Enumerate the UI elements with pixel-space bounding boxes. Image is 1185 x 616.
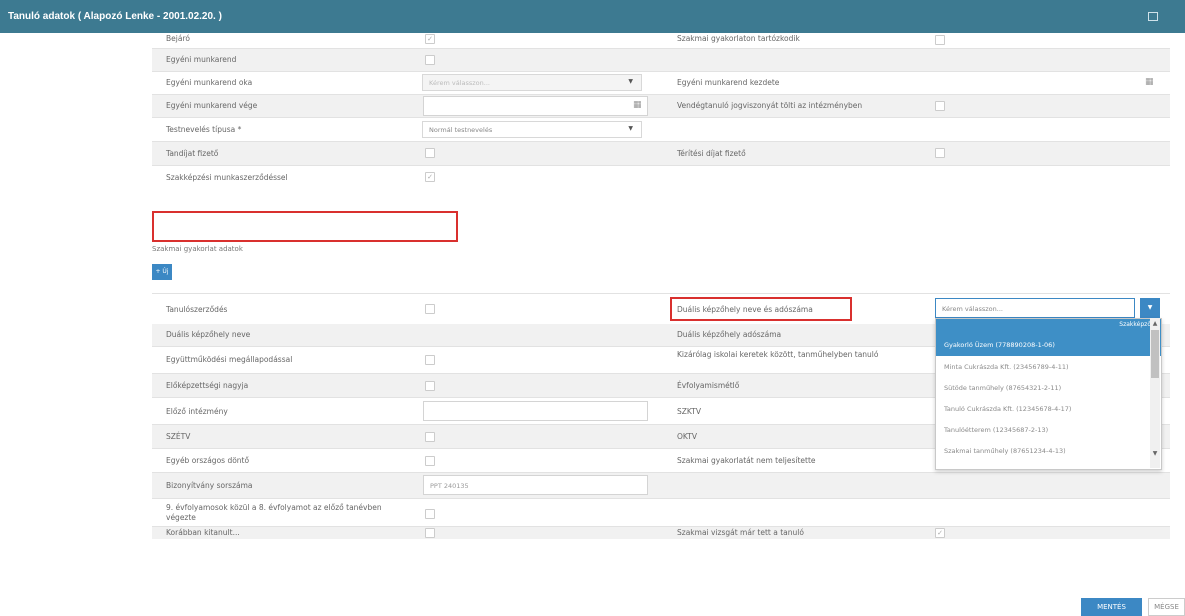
- checkbox-exam-taken[interactable]: ✓: [935, 528, 945, 538]
- form-row: Szakképzési munkaszerződéssel ✓: [152, 166, 1170, 189]
- previous-institution-input[interactable]: [423, 401, 648, 421]
- scroll-up-icon[interactable]: ▲: [1151, 320, 1159, 328]
- form-row: Bejáró ✓ Szakmai gyakorlaton tartózkodik: [152, 33, 1170, 49]
- field-label: Előző intézmény: [166, 407, 228, 416]
- chevron-down-icon[interactable]: ▼: [1140, 298, 1160, 318]
- dual-training-dropdown[interactable]: Szakképző Gyakorló Üzem (778890208-1-06)…: [935, 318, 1162, 470]
- form-row: Tandíjat fizető Térítési díjat fizető: [152, 142, 1170, 166]
- field-label: OKTV: [677, 432, 697, 441]
- field-label: Szakmai vizsgát már tett a tanuló: [677, 528, 804, 537]
- field-label: Duális képzőhely adószáma: [677, 330, 782, 339]
- checkbox-guest-student[interactable]: [935, 101, 945, 111]
- field-label: Térítési díjat fizető: [677, 149, 746, 158]
- field-label: Egyéni munkarend oka: [166, 78, 253, 87]
- field-label: Testnevelés típusa *: [166, 125, 242, 134]
- field-label: Duális képzőhely neve: [166, 330, 251, 339]
- field-label: Tanulószerződés: [166, 305, 228, 314]
- checkbox-cooperation[interactable]: [425, 355, 435, 365]
- field-label: Évfolyamismétlő: [677, 381, 740, 390]
- field-label: SZÉTV: [166, 432, 191, 441]
- field-label: Bizonyítvány sorszáma: [166, 481, 253, 490]
- field-label: Egyéni munkarend vége: [166, 101, 258, 110]
- field-label: Szakképzési munkaszerződéssel: [166, 173, 288, 182]
- form-row: 9. évfolyamosok közül a 8. évfolyamot az…: [152, 499, 1170, 527]
- checkbox-prior-education[interactable]: [425, 381, 435, 391]
- calendar-icon[interactable]: ▦: [633, 100, 642, 110]
- field-label: Egyéni munkarend kezdete: [677, 78, 780, 87]
- window-titlebar: Tanuló adatok ( Alapozó Lenke - 2001.02.…: [0, 0, 1185, 33]
- checkbox-national-final[interactable]: [425, 456, 435, 466]
- input-value: PPT 240135: [430, 482, 469, 490]
- field-label: Vendégtanuló jogviszonyát tölti az intéz…: [677, 101, 863, 110]
- checkbox-tuition-fee[interactable]: [425, 148, 435, 158]
- dual-training-select[interactable]: Kérem válasszon...: [935, 298, 1135, 318]
- checkbox-grade-eight-previous[interactable]: [425, 509, 435, 519]
- chevron-down-icon: ▼: [628, 125, 633, 132]
- highlight-box: [670, 297, 852, 321]
- dropdown-option[interactable]: Sütöde tanműhely (87654321-2-11): [936, 377, 1161, 398]
- checkbox-individual-schedule[interactable]: [425, 55, 435, 65]
- field-label: SZKTV: [677, 407, 701, 416]
- section-header: Szakmai gyakorlat adatok: [152, 244, 1170, 256]
- dropdown-option[interactable]: Gyakorló Üzem (778890208-1-06): [936, 334, 1161, 356]
- checkbox-szetv[interactable]: [425, 432, 435, 442]
- save-button[interactable]: MENTÉS: [1081, 598, 1142, 616]
- checkbox-vocational-contract[interactable]: ✓: [425, 172, 435, 182]
- checkbox-apprenticeship[interactable]: [425, 304, 435, 314]
- calendar-icon[interactable]: ▦: [1145, 77, 1154, 87]
- maximize-icon[interactable]: [1148, 12, 1158, 21]
- highlight-box: [152, 211, 458, 242]
- field-label: Tandíjat fizető: [166, 149, 219, 158]
- dropdown-option[interactable]: Szakmai tanműhely (87651234-4-13): [936, 440, 1161, 461]
- scrollbar-thumb[interactable]: [1151, 330, 1159, 378]
- field-label: Kizárólag iskolai keretek között, tanműh…: [677, 350, 879, 359]
- dropdown-option[interactable]: Minta Cukrászda Kft. (23456789-4-11): [936, 356, 1161, 377]
- dropdown-option[interactable]: Tanulóétterem (12345687-2-13): [936, 419, 1161, 440]
- form-row: Egyéni munkarend vége ▦ Vendégtanuló jog…: [152, 95, 1170, 118]
- pe-type-select[interactable]: Normál testnevelés ▼: [422, 121, 642, 138]
- chevron-down-icon: ▼: [628, 78, 633, 85]
- checkbox-reimbursement-fee[interactable]: [935, 148, 945, 158]
- select-value: Normál testnevelés: [429, 126, 493, 134]
- field-label: Szakmai gyakorlatát nem teljesítette: [677, 456, 816, 465]
- field-label: Egyéni munkarend: [166, 55, 237, 64]
- field-label: Előképzettségi nagyja: [166, 381, 249, 390]
- select-value: Kérem válasszon...: [942, 305, 1003, 313]
- checkbox-internship-present[interactable]: [935, 35, 945, 45]
- field-label: Egyéb országos döntő: [166, 456, 250, 465]
- select-value: Kérem válasszon...: [429, 79, 490, 87]
- form-row: Bizonyítvány sorszáma PPT 240135: [152, 473, 1170, 499]
- form-row: Egyéni munkarend: [152, 49, 1170, 72]
- individual-reason-select[interactable]: Kérem válasszon... ▼: [422, 74, 642, 91]
- checkbox-previous-training[interactable]: [425, 528, 435, 538]
- field-label: Korábban kitanult...: [166, 528, 240, 537]
- checkbox-commuter[interactable]: ✓: [425, 34, 435, 44]
- cancel-button[interactable]: MÉGSE: [1148, 598, 1185, 616]
- add-internship-button[interactable]: + Új: [152, 264, 172, 280]
- field-label: Együttműködési megállapodással: [166, 355, 293, 364]
- individual-end-date-input[interactable]: [423, 96, 648, 116]
- form-row: Korábban kitanult... Szakmai vizsgát már…: [152, 527, 1170, 539]
- scroll-down-icon[interactable]: ▼: [1151, 450, 1159, 458]
- section-title: Szakmai gyakorlat adatok: [152, 245, 243, 253]
- form-row: Egyéni munkarend oka Kérem válasszon... …: [152, 72, 1170, 95]
- field-label: Szakmai gyakorlaton tartózkodik: [677, 34, 800, 43]
- field-label: Bejáró: [166, 34, 190, 43]
- certificate-number-input[interactable]: PPT 240135: [423, 475, 648, 495]
- form-row: Testnevelés típusa * Normál testnevelés …: [152, 118, 1170, 142]
- field-label: 9. évfolyamosok közül a 8. évfolyamot az…: [166, 503, 382, 522]
- window-title: Tanuló adatok ( Alapozó Lenke - 2001.02.…: [8, 11, 222, 22]
- dropdown-scrollbar[interactable]: ▲ ▼: [1150, 318, 1160, 468]
- dropdown-option[interactable]: Tanuló Cukrászda Kft. (12345678-4-17): [936, 398, 1161, 419]
- dropdown-group-label: Szakképző: [936, 319, 1161, 334]
